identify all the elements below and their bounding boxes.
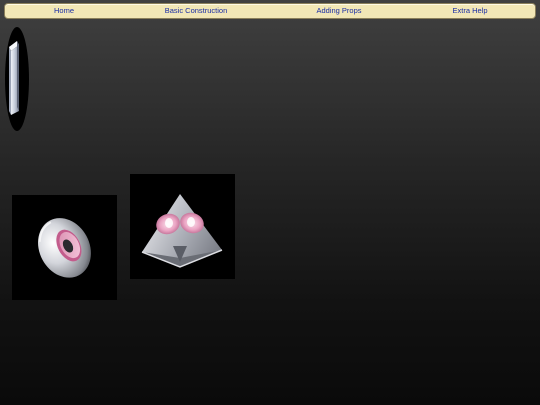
- nav-link-home[interactable]: Home: [54, 4, 74, 18]
- nav-link-basic-construction[interactable]: Basic Construction: [165, 4, 228, 18]
- torus-thumbnail[interactable]: [12, 195, 117, 300]
- pyramid-3d-icon: [141, 194, 223, 268]
- torus-3d-icon: [38, 218, 91, 278]
- nav-link-adding-props[interactable]: Adding Props: [316, 4, 361, 18]
- pyramid-thumbnail[interactable]: [130, 174, 235, 279]
- top-navigation-bar: Home Basic Construction Adding Props Ext…: [4, 3, 536, 19]
- crystal-prism-icon: [5, 27, 29, 131]
- side-panel-handle[interactable]: [5, 27, 29, 131]
- nav-link-extra-help[interactable]: Extra Help: [452, 4, 487, 18]
